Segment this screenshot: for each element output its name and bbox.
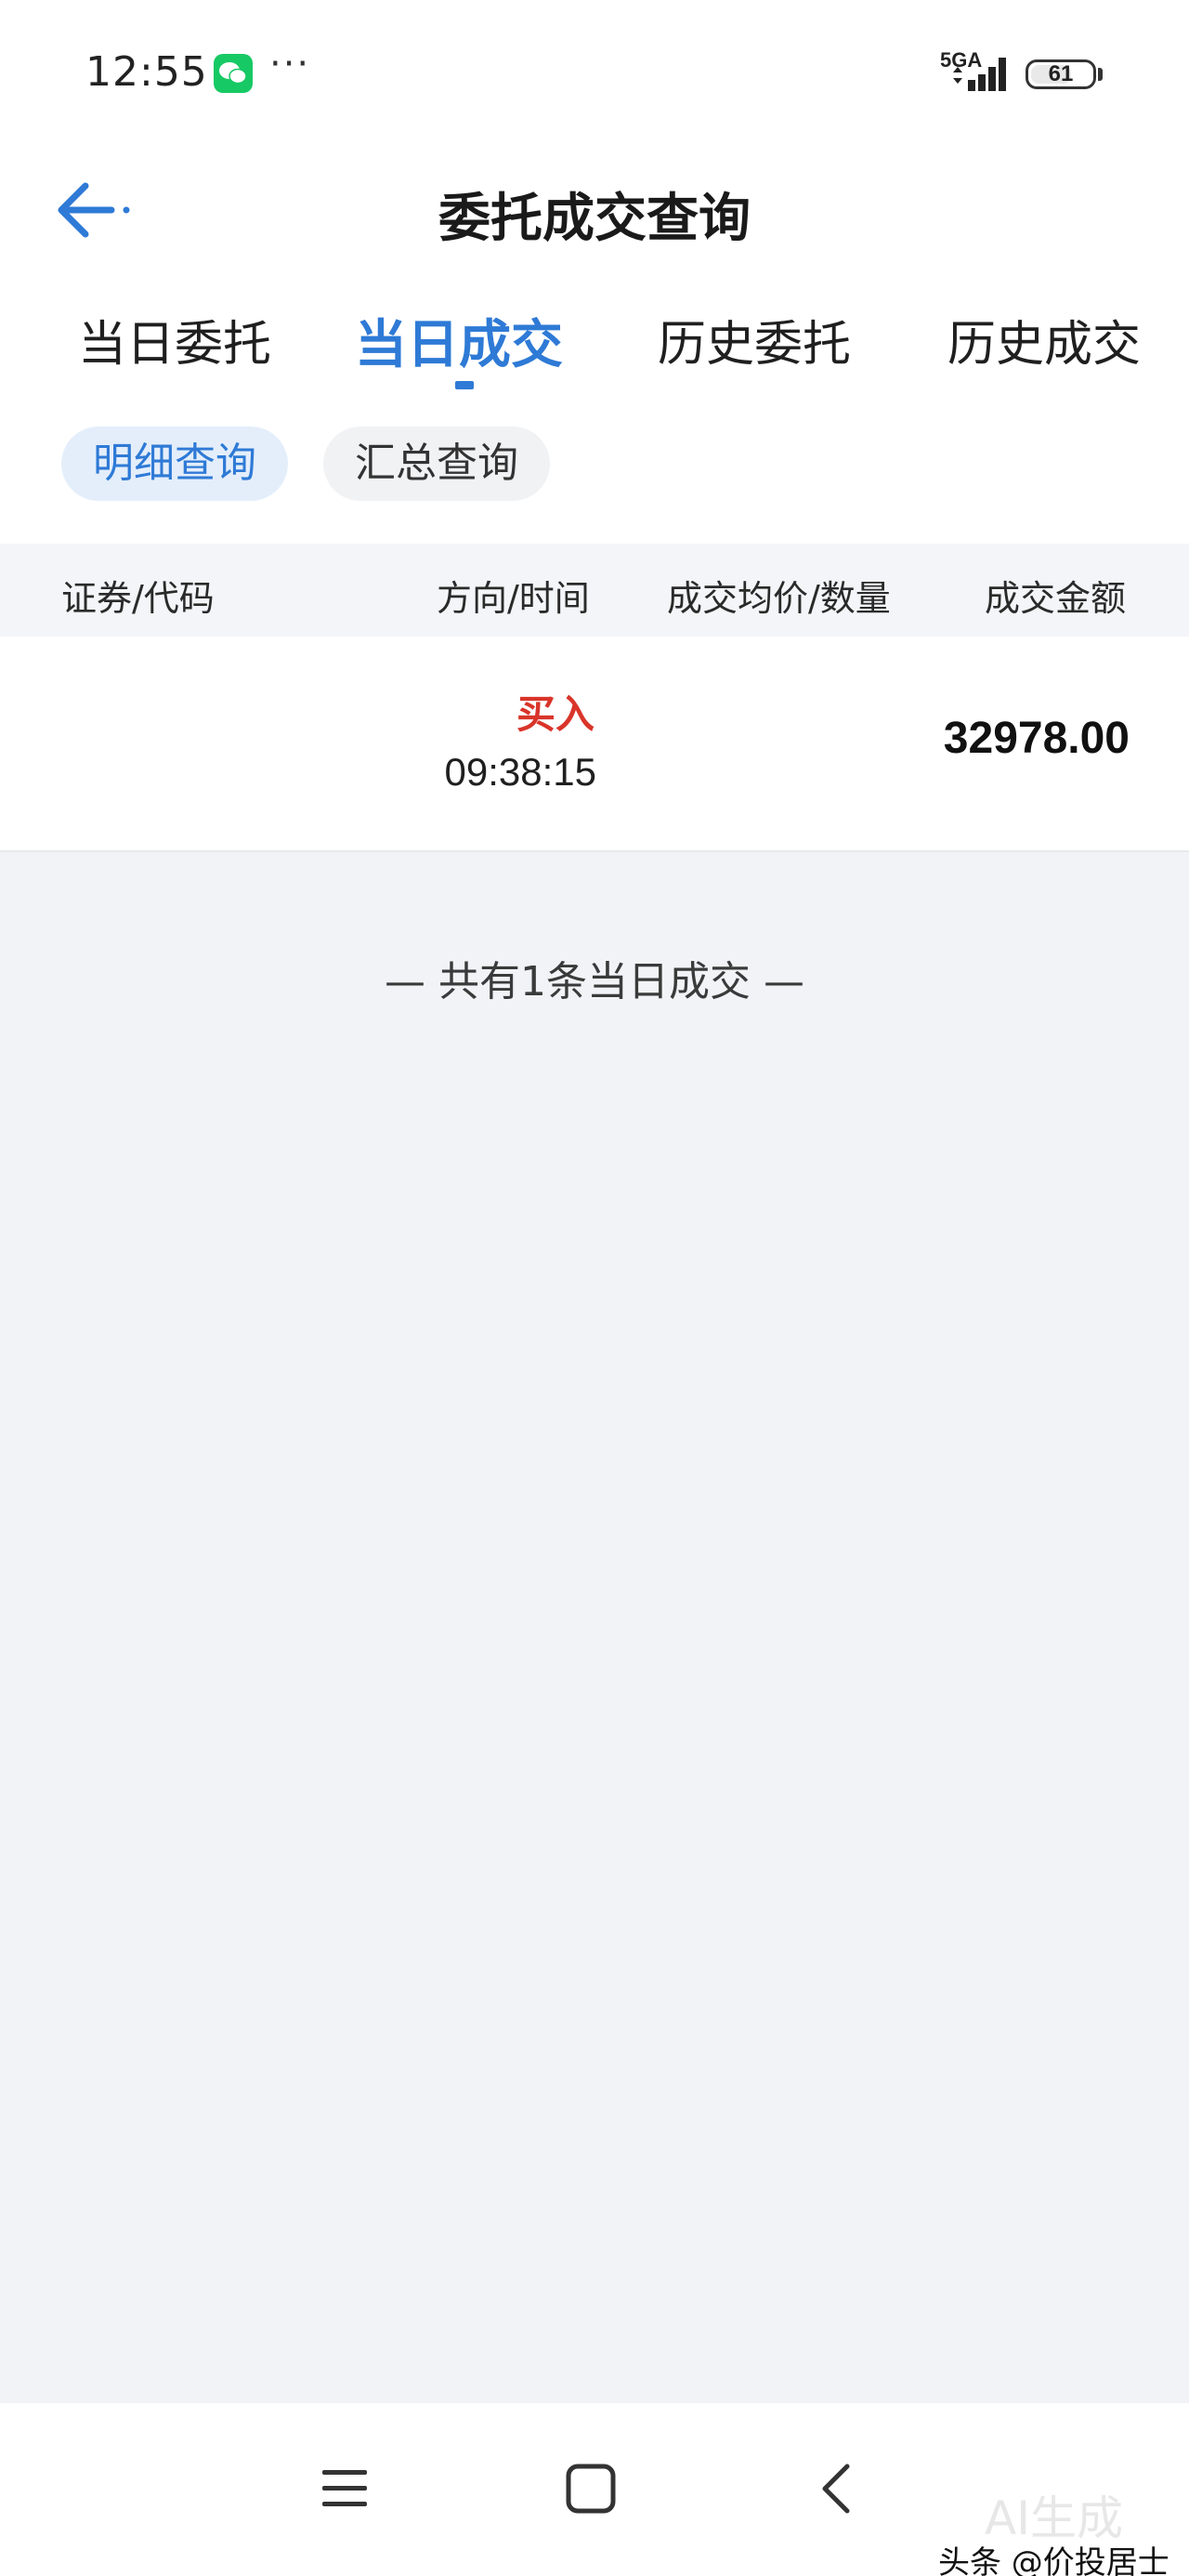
- battery-level: 61: [1048, 61, 1074, 86]
- table-row[interactable]: 买入 09:38:15 32978.00: [0, 637, 1189, 852]
- home-icon[interactable]: [565, 2463, 617, 2515]
- header: 委托成交查询: [0, 139, 1189, 279]
- status-bar: 12:55 ··· 5GA 61: [0, 0, 1189, 139]
- query-type-switch: 明细查询 汇总查询: [0, 404, 1189, 544]
- signal-icon: [953, 58, 1006, 91]
- column-avg-price-qty: 成交均价/数量: [667, 578, 891, 619]
- back-icon[interactable]: [817, 2461, 855, 2517]
- trade-direction: 买入: [516, 691, 594, 737]
- tab-history-orders[interactable]: 历史委托: [658, 305, 851, 375]
- source-watermark: 头条 @价投居士: [938, 2544, 1169, 2576]
- column-amount: 成交金额: [985, 578, 1127, 619]
- status-time: 12:55: [85, 48, 208, 96]
- active-tab-indicator: [455, 381, 474, 389]
- battery-nub: [1098, 68, 1103, 81]
- table-header: 证券/代码 方向/时间 成交均价/数量 成交金额: [0, 544, 1189, 637]
- trade-time: 09:38:15: [444, 750, 597, 794]
- tab-bar: 当日委托 当日成交 历史委托 历史成交: [0, 279, 1189, 404]
- column-security: 证券/代码: [61, 578, 215, 619]
- menu-icon[interactable]: [320, 2466, 369, 2511]
- more-notifications-icon: ···: [269, 43, 311, 85]
- page-title: 委托成交查询: [438, 189, 751, 249]
- detail-query-chip[interactable]: 明细查询: [61, 427, 288, 501]
- tab-today-trades[interactable]: 当日成交: [355, 303, 563, 378]
- tab-history-trades[interactable]: 历史成交: [947, 305, 1141, 375]
- column-direction-time: 方向/时间: [437, 578, 590, 619]
- trade-count-note: — 共有1条当日成交 —: [385, 958, 804, 1005]
- battery-icon: 61: [1026, 59, 1096, 89]
- wechat-icon: [214, 54, 253, 93]
- tab-today-orders[interactable]: 当日委托: [78, 305, 271, 375]
- summary-query-chip[interactable]: 汇总查询: [323, 427, 550, 501]
- trade-amount: 32978.00: [943, 714, 1130, 763]
